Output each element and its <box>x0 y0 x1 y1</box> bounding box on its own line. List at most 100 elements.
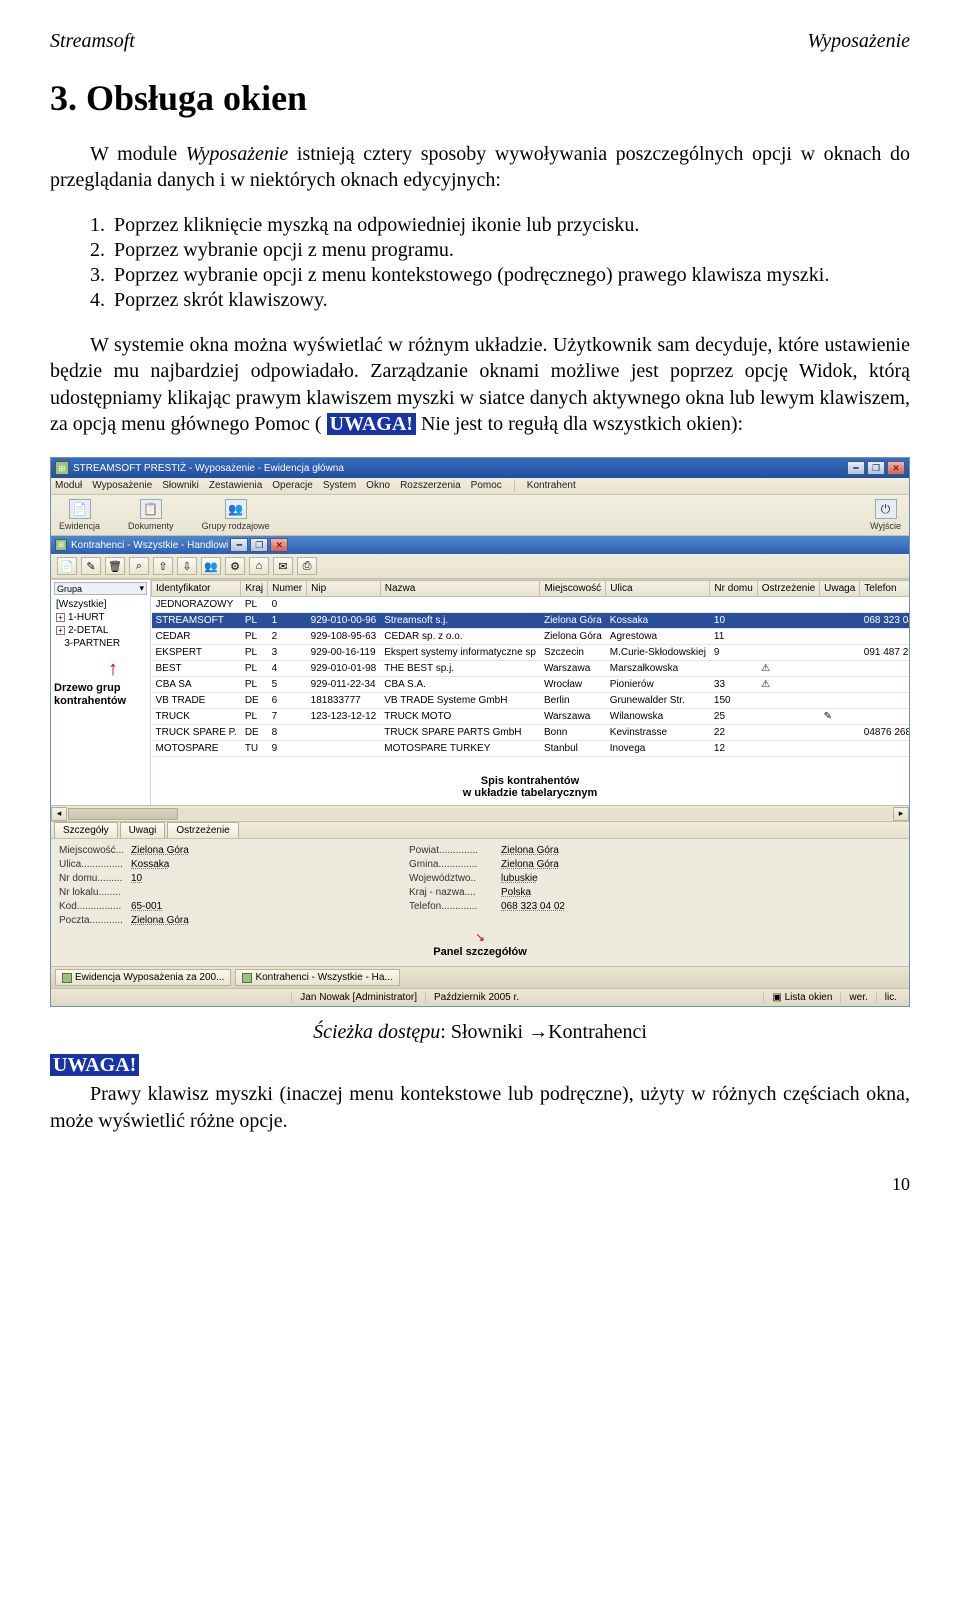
table-cell: THE BEST sp.j. <box>380 661 540 677</box>
table-row[interactable]: TRUCKPL7123-123-12-12TRUCK MOTOWarszawaW… <box>152 709 910 725</box>
table-cell <box>820 629 860 645</box>
tab-szczegoly[interactable]: Szczegóły <box>54 822 118 838</box>
table-cell: 3 <box>268 645 307 661</box>
column-header[interactable]: Kraj <box>241 581 268 597</box>
tool-button[interactable]: ⇧ <box>153 557 173 575</box>
menu-item[interactable]: Zestawienia <box>209 480 262 492</box>
doc-brand: Streamsoft <box>50 30 135 53</box>
task-icon <box>242 973 252 983</box>
window-titlebar[interactable]: ⊞ STREAMSOFT PRESTIŻ - Wyposażenie - Ewi… <box>51 458 909 478</box>
column-header[interactable]: Ulica <box>606 581 710 597</box>
grupy-button[interactable]: 👥Grupy rodzajowe <box>202 499 270 531</box>
path-line: Ścieżka dostępu: Słowniki →Kontrahenci <box>50 1021 910 1044</box>
tool-button[interactable]: ⚙ <box>225 557 245 575</box>
tool-button[interactable]: ✉ <box>273 557 293 575</box>
column-header[interactable]: Identyfikator <box>152 581 241 597</box>
tool-button[interactable]: 🗑 <box>105 557 125 575</box>
table-cell: PL <box>241 709 268 725</box>
minimize-button[interactable]: ━ <box>847 461 865 475</box>
menu-item[interactable]: Moduł <box>55 480 82 492</box>
scroll-thumb[interactable] <box>68 808 178 820</box>
table-row[interactable]: STREAMSOFTPL1929-010-00-96Streamsoft s.j… <box>152 613 910 629</box>
menu-item[interactable]: Wyposażenie <box>92 480 152 492</box>
column-header[interactable]: Numer <box>268 581 307 597</box>
child-titlebar[interactable]: ⊞ Kontrahenci - Wszystkie - Handlowi ━ ❐… <box>51 536 909 554</box>
tree-item[interactable]: +2-DETAL <box>54 624 147 637</box>
detail-value: Zielona Góra <box>131 915 271 926</box>
ewidencja-button[interactable]: 📄Ewidencja <box>59 499 100 531</box>
table-cell <box>860 597 909 613</box>
menu-item[interactable]: Pomoc <box>471 480 502 492</box>
table-row[interactable]: TRUCK SPARE P.DE8TRUCK SPARE PARTS GmbHB… <box>152 725 910 741</box>
table-row[interactable]: JEDNORAZOWYPL0Polska <box>152 597 910 613</box>
exit-button[interactable]: ⏻Wyjście <box>870 499 901 531</box>
tool-button[interactable]: 📄 <box>57 557 77 575</box>
table-cell: BEST <box>152 661 241 677</box>
menu-item[interactable]: System <box>323 480 356 492</box>
tab-uwagi[interactable]: Uwagi <box>120 822 166 838</box>
tree-header[interactable]: Grupa▾ <box>54 582 147 595</box>
table-cell <box>820 725 860 741</box>
menu-item[interactable]: Kontrahent <box>527 480 576 492</box>
column-header[interactable]: Uwaga <box>820 581 860 597</box>
scroll-left-button[interactable]: ◂ <box>51 807 67 821</box>
mdi-task[interactable]: Kontrahenci - Wszystkie - Ha... <box>235 969 399 986</box>
expand-icon[interactable]: + <box>56 626 65 635</box>
horizontal-scrollbar[interactable]: ◂ ▸ <box>51 805 909 821</box>
scroll-track[interactable] <box>68 808 892 820</box>
table-cell: 04876 2687876 <box>860 725 909 741</box>
column-header[interactable]: Telefon <box>860 581 909 597</box>
grid-toolbar: 📄 ✎ 🗑 ⌕ ⇧ ⇩ 👥 ⚙ ⌂ ✉ ⎙ <box>51 554 909 579</box>
table-row[interactable]: MOTOSPARETU9MOTOSPARE TURKEYStanbulInove… <box>152 741 910 757</box>
tree-item[interactable]: +1-HURT <box>54 611 147 624</box>
statusbar: Jan Nowak [Administrator] Październik 20… <box>51 988 909 1006</box>
tree-item[interactable]: [Wszystkie] <box>54 598 147 611</box>
mdi-task[interactable]: Ewidencja Wyposażenia za 200... <box>55 969 231 986</box>
tool-button[interactable]: ⌕ <box>129 557 149 575</box>
tool-button[interactable]: 👥 <box>201 557 221 575</box>
table-row[interactable]: CEDARPL2929-108-95-63CEDAR sp. z o.o.Zie… <box>152 629 910 645</box>
table-cell: TRUCK SPARE P. <box>152 725 241 741</box>
table-cell <box>757 693 819 709</box>
tool-button[interactable]: ⇩ <box>177 557 197 575</box>
table-row[interactable]: CBA SAPL5929-011-22-34CBA S.A.WrocławPio… <box>152 677 910 693</box>
column-header[interactable]: Miejscowość <box>540 581 606 597</box>
menu-item[interactable]: Okno <box>366 480 390 492</box>
data-grid[interactable]: IdentyfikatorKrajNumerNipNazwaMiejscowoś… <box>151 580 909 805</box>
app-window: ⊞ STREAMSOFT PRESTIŻ - Wyposażenie - Ewi… <box>50 457 910 1007</box>
expand-icon[interactable]: + <box>56 613 65 622</box>
groups-icon: 👥 <box>225 499 247 519</box>
menu-item[interactable]: Operacje <box>272 480 313 492</box>
table-cell: Streamsoft s.j. <box>380 613 540 629</box>
close-button[interactable]: ✕ <box>887 461 905 475</box>
column-header[interactable]: Ostrzeżenie <box>757 581 819 597</box>
column-header[interactable]: Nr domu <box>710 581 757 597</box>
tool-button[interactable]: ✎ <box>81 557 101 575</box>
status-okien[interactable]: ▣ Lista okien <box>763 992 840 1003</box>
column-header[interactable]: Nip <box>307 581 381 597</box>
menu-item[interactable]: Słowniki <box>162 480 199 492</box>
document-icon: 📄 <box>69 499 91 519</box>
child-minimize-button[interactable]: ━ <box>230 538 248 552</box>
table-cell <box>307 725 381 741</box>
maximize-button[interactable]: ❐ <box>867 461 885 475</box>
dokumenty-button[interactable]: 📋Dokumenty <box>128 499 174 531</box>
table-row[interactable]: VB TRADEDE6181833777VB TRADE Systeme Gmb… <box>152 693 910 709</box>
detail-value: Zielona Góra <box>501 859 641 870</box>
scroll-right-button[interactable]: ▸ <box>893 807 909 821</box>
child-close-button[interactable]: ✕ <box>270 538 288 552</box>
tool-button[interactable]: ⌂ <box>249 557 269 575</box>
table-cell: 4 <box>268 661 307 677</box>
tree-annotation-label: Drzewo grup kontrahentów <box>54 682 147 708</box>
group-tree[interactable]: Grupa▾ [Wszystkie] +1-HURT +2-DETAL 3-PA… <box>51 580 151 805</box>
table-cell: CBA S.A. <box>380 677 540 693</box>
tree-item[interactable]: 3-PARTNER <box>54 637 147 650</box>
column-header[interactable]: Nazwa <box>380 581 540 597</box>
table-cell: 22 <box>710 725 757 741</box>
child-maximize-button[interactable]: ❐ <box>250 538 268 552</box>
tab-ostrzezenie[interactable]: Ostrzeżenie <box>167 822 238 838</box>
table-row[interactable]: EKSPERTPL3929-00-16-119Ekspert systemy i… <box>152 645 910 661</box>
menu-item[interactable]: Rozszerzenia <box>400 480 461 492</box>
tool-button[interactable]: ⎙ <box>297 557 317 575</box>
table-row[interactable]: BESTPL4929-010-01-98THE BEST sp.j.Warsza… <box>152 661 910 677</box>
